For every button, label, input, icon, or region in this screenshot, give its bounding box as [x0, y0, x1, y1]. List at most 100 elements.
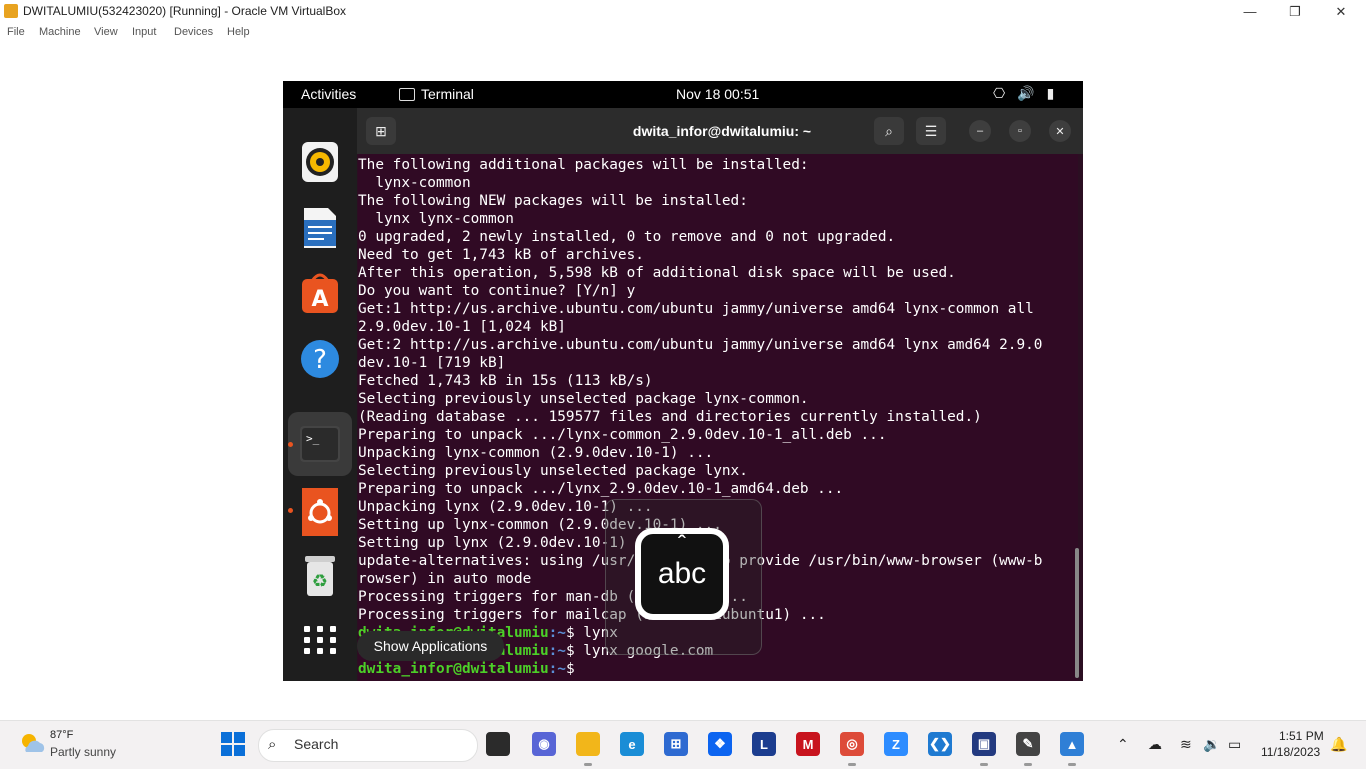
help-icon[interactable]: ? [300, 337, 340, 381]
minimize-button[interactable]: — [1227, 0, 1273, 23]
prompt-user: dwita_infor@dwitalumiu [358, 661, 549, 677]
prompt-sign: $ [565, 661, 584, 677]
virtualbox-icon[interactable]: ▣ [972, 732, 996, 756]
prompt-path: :~ [548, 661, 566, 677]
prompt-sign: $ [565, 643, 584, 659]
running-app-indicator [1024, 763, 1032, 766]
volume-icon[interactable]: 🔉 [1203, 736, 1220, 753]
terminal-line: dev.10-1 [719 kB] [358, 355, 506, 371]
menu-devices[interactable]: Devices [174, 26, 213, 38]
chrome-icon[interactable]: ◎ [840, 732, 864, 756]
terminal-line: Get:2 http://us.archive.ubuntu.com/ubunt… [358, 337, 1043, 353]
svg-text:>_: >_ [306, 432, 320, 445]
terminal-line: 0 upgraded, 2 newly installed, 0 to remo… [358, 229, 896, 245]
show-applications-tooltip: Show Applications [357, 631, 504, 661]
new-tab-button[interactable]: ⊞ [366, 117, 396, 145]
terminal-line: Unpacking lynx-common (2.9.0dev.10-1) ..… [358, 445, 714, 461]
running-app-indicator [584, 763, 592, 766]
ubuntu-software-icon[interactable]: A [300, 271, 340, 315]
running-indicator [288, 442, 293, 447]
clock[interactable]: Nov 18 00:51 [676, 86, 759, 102]
vm-display[interactable]: Activities Terminal Nov 18 00:51 ⎔ 🔊 ▮ A… [283, 81, 1083, 681]
app-menu-label: Terminal [421, 86, 474, 102]
terminal-line: lynx-common [358, 175, 471, 191]
virtualbox-icon [4, 4, 18, 18]
app-menu[interactable]: Terminal [399, 86, 474, 102]
terminal-line: After this operation, 5,598 kB of additi… [358, 265, 956, 281]
terminal-minimize-button[interactable]: – [969, 120, 991, 142]
edge-icon[interactable]: e [620, 732, 644, 756]
terminal-line: Preparing to unpack .../lynx-common_2.9.… [358, 427, 887, 443]
close-button[interactable]: ✕ [1318, 0, 1364, 23]
window-title: DWITALUMIU(532423020) [Running] - Oracle… [23, 4, 347, 18]
system-tray[interactable]: ⎔ 🔊 ▮ [993, 85, 1054, 102]
gnome-top-bar: Activities Terminal Nov 18 00:51 ⎔ 🔊 ▮ [283, 81, 1083, 108]
l-app-icon[interactable]: L [752, 732, 776, 756]
search-button[interactable]: ⌕ [874, 117, 904, 145]
menu-view[interactable]: View [94, 26, 118, 38]
search-placeholder: Search [294, 736, 339, 752]
zoom-icon[interactable]: Z [884, 732, 908, 756]
ubuntu-icon[interactable] [300, 488, 340, 536]
terminal-close-button[interactable]: ✕ [1049, 120, 1071, 142]
activities-button[interactable]: Activities [301, 86, 356, 102]
menu-help[interactable]: Help [227, 26, 250, 38]
terminal-line: Fetched 1,743 kB in 15s (113 kB/s) [358, 373, 653, 389]
weather-description[interactable]: Partly sunny [50, 745, 116, 759]
menu-machine[interactable]: Machine [39, 26, 81, 38]
rhythmbox-icon[interactable] [300, 140, 340, 184]
terminal-line: lynx lynx-common [358, 211, 514, 227]
show-apps-icon[interactable] [300, 618, 340, 662]
menu-file[interactable]: File [7, 26, 25, 38]
prompt-path: :~ [548, 625, 566, 641]
terminal-line: The following NEW packages will be insta… [358, 193, 748, 209]
terminal-title: dwita_infor@dwitalumiu: ~ [632, 123, 812, 139]
network-icon: ⎔ [993, 85, 1006, 101]
terminal-line: Need to get 1,743 kB of archives. [358, 247, 644, 263]
photos-icon[interactable]: ▲ [1060, 732, 1084, 756]
terminal-line: Preparing to unpack .../lynx_2.9.0dev.10… [358, 481, 844, 497]
onedrive-icon[interactable]: ☁ [1148, 736, 1162, 753]
weather-icon[interactable] [18, 730, 46, 756]
libreoffice-writer-icon[interactable] [300, 206, 340, 250]
terminal-icon[interactable]: >_ [300, 422, 340, 466]
chat-icon[interactable]: ◉ [532, 732, 556, 756]
show-hidden-icons-chevron[interactable]: ⌃ [1117, 736, 1129, 753]
file-explorer-icon[interactable] [576, 732, 600, 756]
terminal-line: (Reading database ... 159577 files and d… [358, 409, 982, 425]
search-icon: ⌕ [268, 736, 277, 753]
taskbar-search-box[interactable] [258, 729, 478, 762]
svg-text:A: A [311, 287, 328, 312]
menu-input[interactable]: Input [132, 26, 156, 38]
windows-start-button[interactable] [221, 732, 245, 756]
task-view-icon[interactable] [486, 732, 510, 756]
svg-text:♻: ♻ [312, 571, 328, 592]
restore-button[interactable]: ❐ [1272, 0, 1318, 23]
prompt-path: :~ [548, 643, 566, 659]
pen-app-icon[interactable]: ✎ [1016, 732, 1040, 756]
dock: A ? >_ ♻ [283, 108, 357, 681]
prompt-sign: $ [565, 625, 584, 641]
terminal-maximize-button[interactable]: ▫ [1009, 120, 1031, 142]
weather-temperature[interactable]: 87°F [50, 729, 73, 741]
prompt-line: dwita_infor@dwitalumiu:~$ [358, 660, 1042, 678]
notification-bell-icon[interactable]: 🔔 [1330, 736, 1347, 753]
running-app-indicator [980, 763, 988, 766]
store-icon[interactable]: ⊞ [664, 732, 688, 756]
system-date[interactable]: 11/18/2023 [1261, 745, 1320, 759]
menu-button[interactable]: ☰ [916, 117, 946, 145]
mcafee-icon[interactable]: M [796, 732, 820, 756]
dropbox-icon[interactable]: ❖ [708, 732, 732, 756]
battery-icon[interactable]: ▭ [1228, 736, 1241, 753]
battery-icon: ▮ [1046, 85, 1055, 101]
vscode-icon[interactable]: ❮❯ [928, 732, 952, 756]
system-time[interactable]: 1:51 PM [1279, 729, 1324, 743]
trash-icon[interactable]: ♻ [300, 554, 340, 598]
input-source-label: abc [657, 557, 707, 590]
terminal-line: Get:1 http://us.archive.ubuntu.com/ubunt… [358, 301, 1034, 317]
terminal-line: 2.9.0dev.10-1 [1,024 kB] [358, 319, 566, 335]
terminal-scrollbar[interactable] [1075, 548, 1079, 678]
terminal-line: Selecting previously unselected package … [358, 463, 748, 479]
wifi-icon[interactable]: ≋ [1180, 736, 1192, 753]
volume-icon: 🔊 [1017, 85, 1035, 101]
